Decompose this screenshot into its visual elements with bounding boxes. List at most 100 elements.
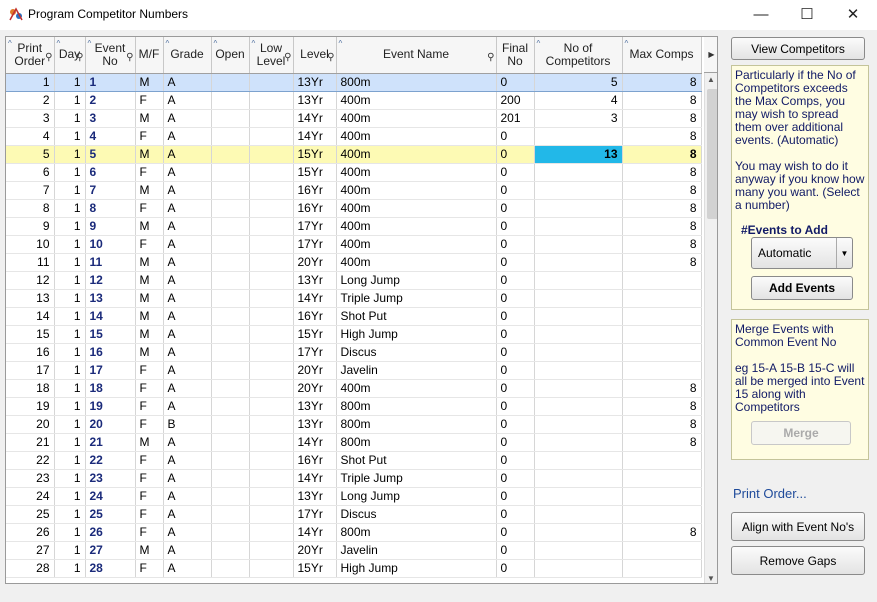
table-cell[interactable] [211,397,250,416]
table-cell[interactable] [211,109,250,128]
table-cell[interactable]: 8 [622,253,702,272]
table-cell[interactable]: 0 [496,181,535,200]
table-cell[interactable]: 20Yr [293,361,337,380]
table-cell[interactable]: A [163,289,212,308]
table-cell[interactable]: 28 [6,559,55,578]
table-cell[interactable]: 5 [6,145,55,164]
table-cell[interactable] [211,127,250,146]
table-cell[interactable] [249,451,294,470]
vertical-scrollbar[interactable]: ▲ ▼ [704,73,717,583]
table-cell[interactable] [211,199,250,218]
table-cell[interactable]: 8 [622,397,702,416]
table-cell[interactable]: M [135,325,164,344]
table-cell[interactable]: A [163,199,212,218]
table-cell[interactable] [622,271,702,290]
table-cell[interactable]: F [135,235,164,254]
table-cell[interactable] [249,289,294,308]
table-row[interactable]: 9 1 9 M A 17Yr 400m 0 8 [6,217,702,236]
table-cell[interactable]: 15 [6,325,55,344]
table-cell[interactable] [211,289,250,308]
table-cell[interactable]: 1 [54,217,86,236]
table-cell[interactable]: 14Yr [293,109,337,128]
table-cell[interactable]: A [163,235,212,254]
table-cell[interactable]: F [135,487,164,506]
table-row[interactable]: 12 1 12 M A 13Yr Long Jump 0 [6,271,702,290]
table-cell[interactable]: 800m [336,523,497,542]
table-cell[interactable]: 13 [85,289,136,308]
table-cell[interactable] [534,379,623,398]
table-cell[interactable]: 13Yr [293,415,337,434]
table-cell[interactable]: 400m [336,253,497,272]
table-cell[interactable]: 0 [496,253,535,272]
table-cell[interactable]: B [163,415,212,434]
table-cell[interactable]: 16Yr [293,307,337,326]
table-cell[interactable]: M [135,343,164,362]
table-cell[interactable] [211,415,250,434]
table-cell[interactable]: 400m [336,145,497,164]
table-cell[interactable]: A [163,325,212,344]
table-cell[interactable]: 1 [54,487,86,506]
table-cell[interactable] [211,72,250,92]
table-cell[interactable] [534,559,623,578]
table-cell[interactable] [622,325,702,344]
table-cell[interactable]: 0 [496,523,535,542]
table-cell[interactable] [211,379,250,398]
table-cell[interactable]: M [135,181,164,200]
table-cell[interactable] [249,271,294,290]
table-cell[interactable]: 8 [622,433,702,452]
table-cell[interactable] [211,559,250,578]
table-row[interactable]: 27 1 27 M A 20Yr Javelin 0 [6,541,702,560]
table-cell[interactable]: 21 [85,433,136,452]
table-cell[interactable]: 0 [496,379,535,398]
scroll-thumb[interactable] [707,89,717,219]
table-cell[interactable]: 1 [54,505,86,524]
table-cell[interactable] [622,343,702,362]
table-cell[interactable]: Shot Put [336,307,497,326]
table-cell[interactable]: 14 [6,307,55,326]
table-cell[interactable]: A [163,343,212,362]
table-cell[interactable]: 8 [622,127,702,146]
table-cell[interactable] [211,541,250,560]
table-cell[interactable]: 6 [85,163,136,182]
col-header[interactable]: ^ Event No ⚲ [85,37,136,74]
table-cell[interactable]: Triple Jump [336,289,497,308]
table-cell[interactable]: 1 [54,559,86,578]
table-cell[interactable]: M [135,145,164,164]
table-cell[interactable]: 13 [6,289,55,308]
table-cell[interactable] [211,217,250,236]
table-cell[interactable]: 0 [496,559,535,578]
table-cell[interactable] [211,253,250,272]
table-cell[interactable]: M [135,217,164,236]
table-cell[interactable]: A [163,163,212,182]
table-row[interactable]: 19 1 19 F A 13Yr 800m 0 8 [6,397,702,416]
table-cell[interactable]: 8 [622,235,702,254]
col-header[interactable]: ^ Max Comps [622,37,702,74]
table-cell[interactable]: A [163,487,212,506]
table-cell[interactable]: A [163,181,212,200]
table-cell[interactable]: 4 [6,127,55,146]
table-cell[interactable]: 18 [6,379,55,398]
table-cell[interactable] [534,325,623,344]
table-cell[interactable] [249,163,294,182]
table-cell[interactable] [622,505,702,524]
table-cell[interactable]: 1 [85,72,136,92]
table-cell[interactable]: 400m [336,235,497,254]
col-header[interactable]: ^ Open [211,37,250,74]
table-cell[interactable]: 15 [85,325,136,344]
add-events-button[interactable]: Add Events [751,276,853,300]
table-cell[interactable] [249,379,294,398]
table-cell[interactable] [622,469,702,488]
table-cell[interactable]: F [135,397,164,416]
table-cell[interactable] [534,487,623,506]
table-row[interactable]: 20 1 20 F B 13Yr 800m 0 8 [6,415,702,434]
table-cell[interactable]: 26 [85,523,136,542]
table-cell[interactable]: F [135,127,164,146]
table-cell[interactable]: 9 [6,217,55,236]
table-cell[interactable] [534,397,623,416]
table-cell[interactable]: 0 [496,505,535,524]
table-cell[interactable]: 8 [622,523,702,542]
table-cell[interactable]: A [163,541,212,560]
table-cell[interactable]: 8 [622,181,702,200]
table-cell[interactable] [534,199,623,218]
table-cell[interactable]: F [135,91,164,110]
